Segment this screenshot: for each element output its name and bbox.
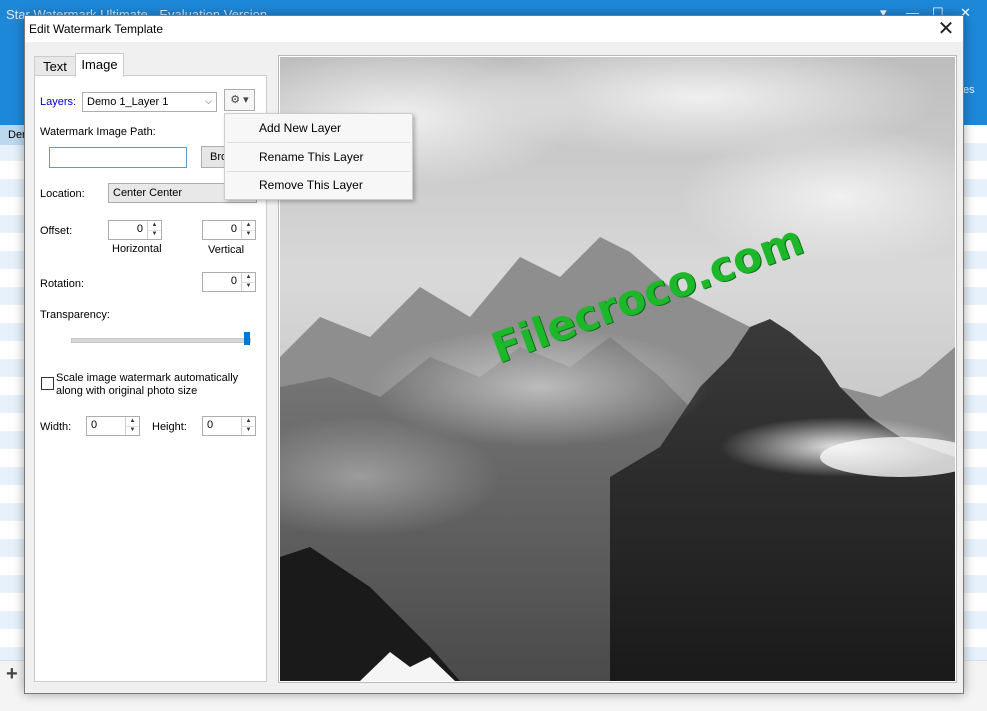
layers-dropdown[interactable]: Demo 1_Layer 1 ⌵ (82, 92, 217, 112)
offset-vertical-label: Vertical (208, 244, 245, 256)
menu-item-add-new-layer[interactable]: Add New Layer (225, 114, 412, 142)
chevron-down-icon: ⌵ (205, 96, 212, 106)
offset-horizontal-stepper[interactable]: 0 ▲ ▼ (108, 220, 162, 240)
rotation-label: Rotation: (40, 278, 85, 290)
close-icon[interactable]: ✕ (935, 18, 957, 40)
offset-vertical-value: 0 (230, 223, 237, 235)
offset-vertical-stepper[interactable]: 0 ▲ ▼ (202, 220, 256, 240)
transparency-slider-thumb[interactable] (244, 332, 250, 345)
background-toolbar-text: es (963, 84, 975, 96)
dialog-titlebar: Edit Watermark Template ✕ (25, 16, 963, 42)
offset-horizontal-label: Horizontal (112, 243, 162, 255)
menu-item-remove-layer[interactable]: Remove This Layer (225, 171, 412, 199)
edit-watermark-dialog: Edit Watermark Template ✕ Text Image Lay… (24, 15, 964, 694)
scale-checkbox[interactable] (41, 377, 54, 390)
scale-option-line1: Scale image watermark automatically (56, 372, 239, 384)
transparency-slider-track[interactable] (71, 338, 251, 343)
width-label: Width: (40, 421, 72, 433)
location-label: Location: (40, 188, 85, 200)
background-add-icon[interactable]: + (6, 663, 18, 686)
layer-options-button[interactable]: ⚙ ▾ (224, 89, 255, 111)
menu-item-rename-layer[interactable]: Rename This Layer (225, 143, 412, 171)
spin-down-icon[interactable]: ▼ (126, 426, 139, 435)
scale-option-line2: along with original photo size (56, 385, 198, 397)
location-dropdown-value: Center Center (113, 187, 183, 199)
tab-text[interactable]: Text (34, 56, 76, 77)
offset-horizontal-value: 0 (136, 223, 143, 235)
tab-image[interactable]: Image (75, 53, 124, 77)
width-value: 0 (91, 419, 98, 431)
transparency-label: Transparency: (40, 309, 110, 321)
width-stepper[interactable]: 0 ▲ ▼ (86, 416, 140, 436)
layer-options-menu: Add New Layer Rename This Layer Remove T… (224, 113, 413, 200)
image-path-input[interactable] (49, 147, 187, 168)
dialog-title: Edit Watermark Template (29, 22, 164, 36)
rotation-stepper[interactable]: 0 ▲ ▼ (202, 272, 256, 292)
spin-down-icon[interactable]: ▼ (242, 282, 255, 291)
layers-label: Layers: (40, 96, 77, 108)
layers-dropdown-value: Demo 1_Layer 1 (87, 96, 169, 108)
offset-label: Offset: (40, 225, 73, 237)
spin-down-icon[interactable]: ▼ (148, 230, 161, 239)
height-value: 0 (207, 419, 214, 431)
height-label: Height: (152, 421, 187, 433)
rotation-value: 0 (230, 275, 237, 287)
image-path-label: Watermark Image Path: (40, 126, 156, 138)
height-stepper[interactable]: 0 ▲ ▼ (202, 416, 256, 436)
spin-down-icon[interactable]: ▼ (242, 426, 255, 435)
spin-down-icon[interactable]: ▼ (242, 230, 255, 239)
